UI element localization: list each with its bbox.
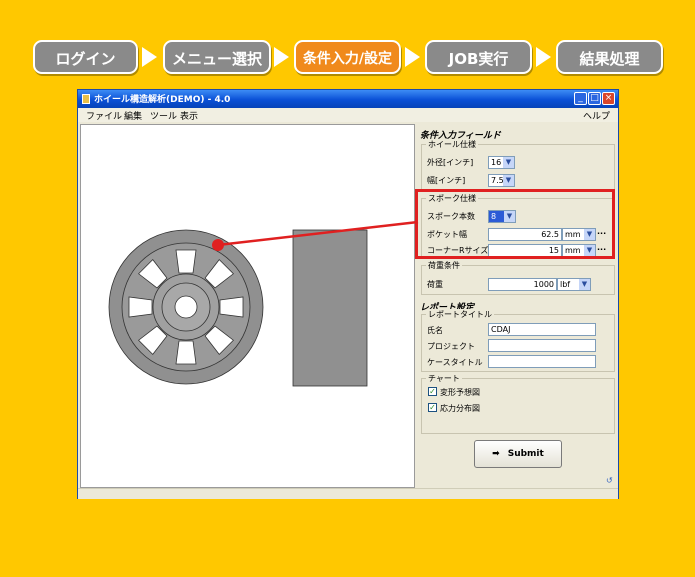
- callout-dot: [212, 239, 224, 251]
- callout-line: [217, 220, 419, 247]
- callout-overlay: [212, 220, 419, 251]
